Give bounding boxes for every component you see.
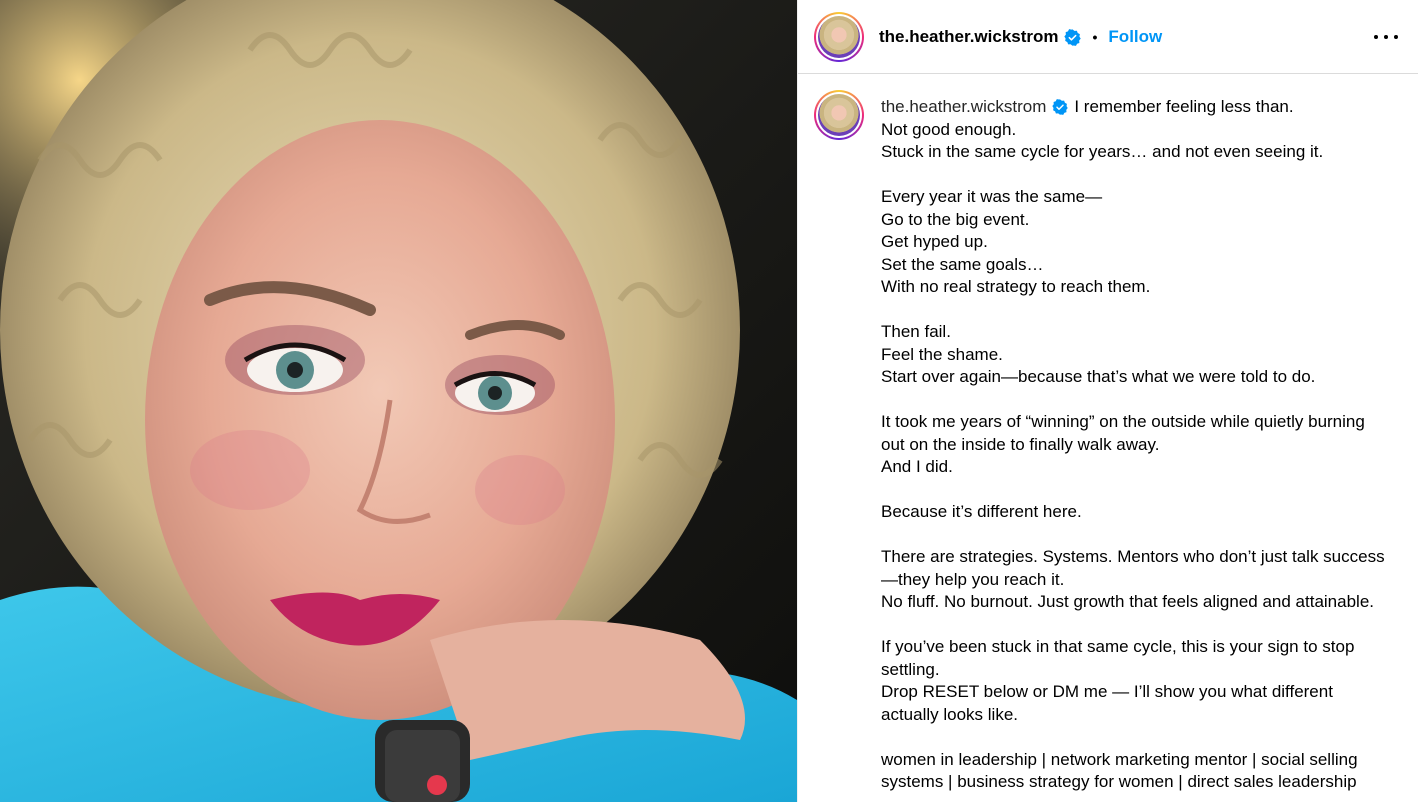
portrait-illustration — [0, 0, 797, 802]
caption-author-avatar[interactable] — [814, 90, 864, 140]
caption-username[interactable]: the.heather.wickstrom — [881, 96, 1046, 119]
avatar-image — [818, 94, 860, 136]
post-image[interactable] — [0, 0, 797, 802]
more-options-icon[interactable] — [1374, 26, 1398, 48]
comments-area[interactable]: the.heather.wickstrom I remember feeling … — [798, 75, 1418, 802]
author-avatar[interactable] — [814, 12, 864, 62]
avatar-image — [818, 16, 860, 58]
author-username[interactable]: the.heather.wickstrom — [879, 27, 1059, 47]
follow-button[interactable]: Follow — [1108, 27, 1162, 47]
verified-badge-icon — [1052, 99, 1069, 116]
post-side-panel: the.heather.wickstrom • Follow the.heath… — [797, 0, 1418, 802]
verified-badge-icon — [1063, 28, 1081, 46]
post-caption: the.heather.wickstrom I remember feeling … — [881, 96, 1391, 794]
caption-text: I remember feeling less than. Not good e… — [881, 97, 1385, 791]
caption-user: the.heather.wickstrom — [881, 96, 1069, 119]
post-header: the.heather.wickstrom • Follow — [798, 0, 1418, 74]
separator-dot: • — [1092, 29, 1098, 45]
header-user-row: the.heather.wickstrom • Follow — [879, 27, 1162, 47]
